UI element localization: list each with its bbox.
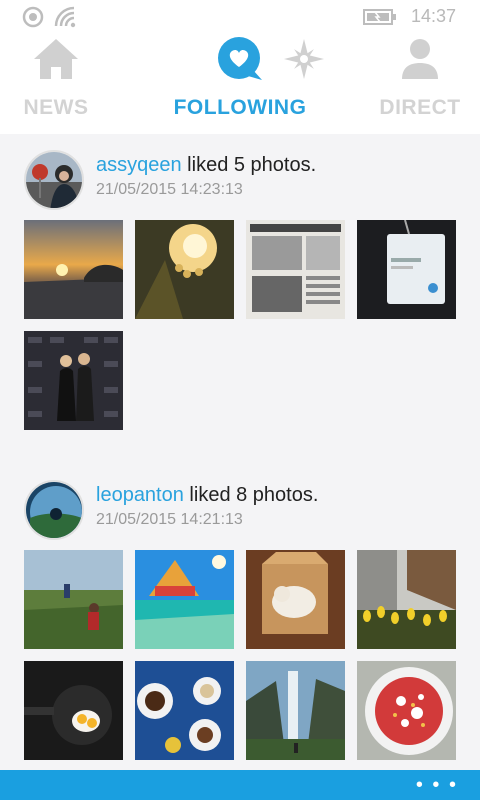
tab-explore[interactable] bbox=[276, 34, 332, 134]
clock: 14:37 bbox=[410, 6, 456, 26]
following-feed[interactable]: assyqeen liked 5 photos. 21/05/2015 14:2… bbox=[0, 134, 480, 770]
photo-thumbnail[interactable] bbox=[24, 550, 123, 649]
tab-direct-label: DIRECT bbox=[379, 96, 461, 119]
photo-thumbnail[interactable] bbox=[24, 220, 123, 319]
status-icons-left bbox=[22, 6, 78, 28]
username-link[interactable]: leopanton bbox=[96, 484, 184, 506]
tab-news[interactable]: NEWS bbox=[18, 34, 94, 134]
photo-thumbnail[interactable] bbox=[246, 661, 345, 760]
feed-item: assyqeen liked 5 photos. 21/05/2015 14:2… bbox=[0, 134, 480, 454]
home-icon bbox=[34, 39, 78, 79]
heart-bubble-icon bbox=[218, 37, 262, 80]
avatar[interactable] bbox=[24, 480, 84, 540]
activity-text: assyqeen liked 5 photos. bbox=[96, 154, 316, 177]
feed-item: leopanton liked 8 photos. 21/05/2015 14:… bbox=[0, 464, 480, 770]
more-options-button[interactable]: • • • bbox=[416, 774, 458, 797]
timestamp: 21/05/2015 14:21:13 bbox=[96, 511, 243, 528]
avatar[interactable] bbox=[24, 150, 84, 210]
person-icon bbox=[402, 39, 438, 79]
photo-thumbnail[interactable] bbox=[357, 661, 456, 760]
photo-thumbnail[interactable] bbox=[246, 220, 345, 319]
app-bar: • • • bbox=[0, 770, 480, 800]
notification-icon bbox=[22, 6, 44, 28]
photo-thumbnail[interactable] bbox=[24, 661, 123, 760]
photo-thumbnail[interactable] bbox=[357, 220, 456, 319]
battery-icon bbox=[362, 8, 396, 25]
compass-icon bbox=[284, 39, 324, 79]
photo-thumbnail[interactable] bbox=[135, 661, 234, 760]
status-bar: 14:37 bbox=[0, 0, 480, 34]
photo-thumbnail[interactable] bbox=[135, 550, 234, 649]
photo-thumbnail[interactable] bbox=[24, 331, 123, 430]
activity-action: liked 8 photos. bbox=[183, 484, 319, 506]
photo-thumbnail[interactable] bbox=[357, 550, 456, 649]
timestamp: 21/05/2015 14:23:13 bbox=[96, 181, 243, 198]
photo-thumbnail[interactable] bbox=[246, 550, 345, 649]
wifi-icon bbox=[54, 6, 76, 28]
tab-direct[interactable]: DIRECT bbox=[378, 34, 462, 134]
username-link[interactable]: assyqeen bbox=[96, 154, 182, 176]
status-icons-right: 14:37 bbox=[362, 6, 456, 27]
tab-news-label: NEWS bbox=[23, 96, 89, 119]
pivot-header: NEWS FOLLOWING DIRECT bbox=[0, 34, 480, 134]
photo-thumbnail[interactable] bbox=[135, 220, 234, 319]
activity-action: liked 5 photos. bbox=[181, 154, 317, 176]
activity-text: leopanton liked 8 photos. bbox=[96, 484, 318, 507]
